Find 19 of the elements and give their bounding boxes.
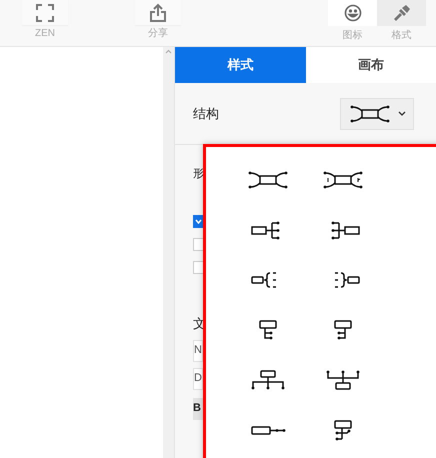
shape-label: 形 xyxy=(193,167,204,181)
checkbox[interactable] xyxy=(193,261,204,274)
checkbox[interactable] xyxy=(193,215,204,228)
chevron-down-icon xyxy=(398,111,406,116)
structure-dropdown[interactable] xyxy=(340,98,414,130)
smiley-icon xyxy=(344,4,362,22)
format-button[interactable]: B xyxy=(193,398,204,420)
input-field[interactable]: N xyxy=(193,340,203,362)
panel-tab[interactable]: 画布 xyxy=(306,47,436,83)
input-field[interactable]: D xyxy=(193,368,203,390)
structure-icon xyxy=(348,102,392,124)
fullscreen-icon xyxy=(36,4,54,22)
structure-label: 结构 xyxy=(193,104,219,123)
checkbox[interactable] xyxy=(193,238,204,251)
structure-icon[interactable] xyxy=(320,169,364,191)
brush-icon xyxy=(392,4,410,22)
structure-icon[interactable] xyxy=(246,169,290,191)
share-icon xyxy=(149,2,167,22)
panel-tab[interactable]: 样式 xyxy=(175,47,306,83)
